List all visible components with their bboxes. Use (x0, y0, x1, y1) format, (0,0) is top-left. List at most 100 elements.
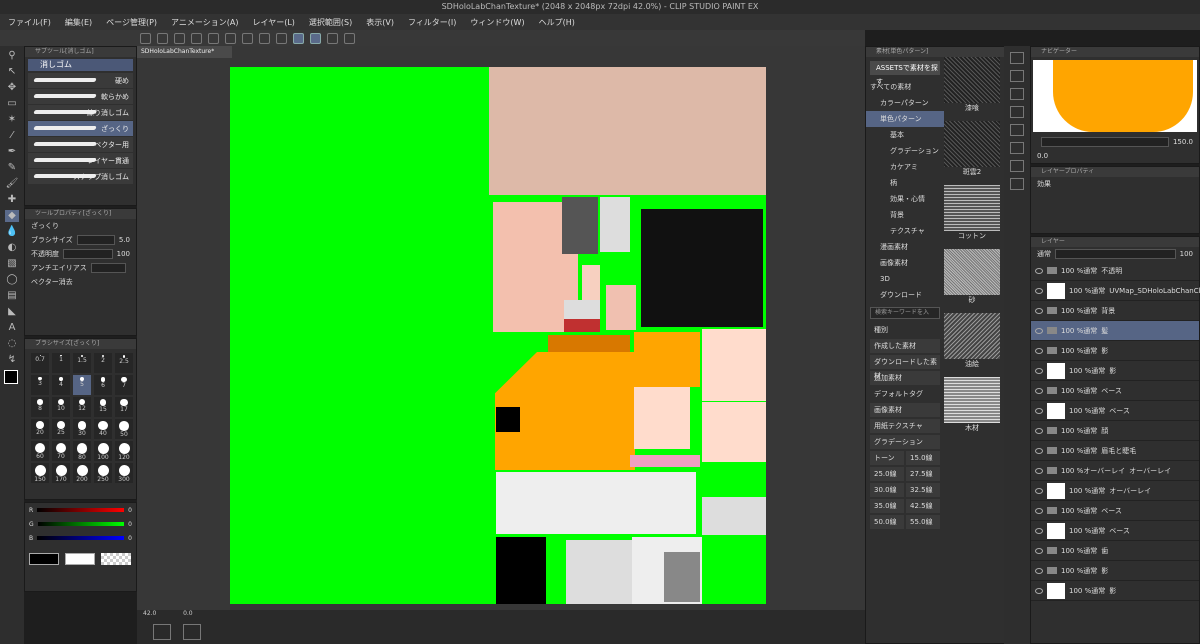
material-thumb[interactable]: 油絵 (944, 313, 1000, 371)
brush-size-cell[interactable]: 12 (73, 397, 91, 417)
pencil-tool-icon[interactable]: ✎ (5, 162, 19, 174)
layer-row[interactable]: 100 %通常影 (1031, 581, 1199, 601)
brush-size-cell[interactable]: 40 (94, 419, 112, 439)
blend-tool-icon[interactable]: 💧 (5, 226, 19, 238)
tag-paper-texture[interactable]: 用紙テクスチャ (870, 419, 940, 433)
material-thumb[interactable]: 木材 (944, 377, 1000, 435)
brush-size-cell[interactable]: 7 (115, 375, 133, 395)
main-color-box[interactable] (29, 553, 59, 565)
brush-size-cell[interactable]: 30 (73, 419, 91, 439)
menu-layer[interactable]: レイヤー(L) (252, 17, 294, 28)
operation-tool-icon[interactable]: ↖ (5, 66, 19, 78)
redo-icon[interactable] (208, 32, 219, 44)
text-tool-icon[interactable]: A (5, 322, 19, 334)
brush-size-cell[interactable]: 250 (94, 463, 112, 483)
tree-background[interactable]: 背景 (866, 207, 944, 223)
brush-size-cell[interactable]: 50 (115, 419, 133, 439)
menu-file[interactable]: ファイル(F) (8, 17, 51, 28)
tag-35[interactable]: 35.0線 (870, 499, 904, 513)
tree-image[interactable]: 画像素材 (866, 255, 944, 271)
balloon-tool-icon[interactable]: ◌ (5, 338, 19, 350)
visibility-icon[interactable] (1035, 427, 1043, 434)
tree-download[interactable]: ダウンロード (866, 287, 944, 303)
layer-row[interactable]: 100 %通常 UVMap_SDHoloLabChanCh (1031, 281, 1200, 301)
select-all-icon[interactable] (242, 32, 253, 44)
main-color-swatch[interactable] (4, 370, 18, 384)
subtool-item-soft[interactable]: 軟らかめ (28, 89, 133, 104)
clear-icon[interactable] (225, 32, 236, 44)
tree-manga[interactable]: 漫画素材 (866, 239, 944, 255)
brush-size-cell[interactable]: 25 (52, 419, 70, 439)
layer-row[interactable]: 100 %通常影 (1031, 361, 1199, 381)
navigator-angle-value[interactable]: 0.0 (1037, 152, 1048, 160)
brush-size-cell[interactable]: 70 (52, 441, 70, 461)
info-icon[interactable] (1010, 88, 1024, 100)
layer-row[interactable]: 100 %通常影 (1031, 561, 1199, 581)
item-bank-icon[interactable] (1010, 142, 1024, 154)
tree-pattern[interactable]: 柄 (866, 175, 944, 191)
menu-animation[interactable]: アニメーション(A) (171, 17, 238, 28)
texture-canvas[interactable] (230, 67, 766, 604)
tag-tone[interactable]: トーン (870, 451, 904, 465)
visibility-icon[interactable] (1035, 567, 1043, 574)
material-search-input[interactable]: 検索キーワードを入 (870, 307, 940, 319)
brush-size-cell[interactable]: 100 (94, 441, 112, 461)
transparent-color-box[interactable] (101, 553, 131, 565)
tag-32-5[interactable]: 32.5線 (906, 483, 940, 497)
magic-wand-tool-icon[interactable]: ✶ (5, 114, 19, 126)
brush-size-cell[interactable]: 5 (73, 375, 91, 395)
brush-size-cell[interactable]: 1 (52, 353, 70, 373)
ruler-tool-icon[interactable]: ◣ (5, 306, 19, 318)
history-icon[interactable] (1010, 106, 1024, 118)
tree-gradation[interactable]: グラデーション (866, 143, 944, 159)
move-tool-icon[interactable]: ✥ (5, 82, 19, 94)
fill-tool-icon[interactable]: ◐ (5, 242, 19, 254)
subtool-item-rough[interactable]: ざっくり (28, 121, 133, 136)
navigator-preview[interactable] (1033, 60, 1197, 132)
brush-size-cell[interactable]: 3 (31, 375, 49, 395)
color-b-value[interactable]: 0 (128, 535, 132, 542)
figure-tool-icon[interactable]: ◯ (5, 274, 19, 286)
layer-row[interactable]: 100 %通常歯 (1031, 541, 1199, 561)
brush-size-cell[interactable]: 20 (31, 419, 49, 439)
layer-opacity-slider[interactable] (1055, 249, 1176, 259)
color-r-value[interactable]: 0 (128, 507, 132, 514)
subtool-item-snap[interactable]: スナップ消しゴム (28, 169, 133, 184)
brush-size-cell[interactable]: 0.7 (31, 353, 49, 373)
material-thumb[interactable]: コットン (944, 185, 1000, 243)
tag-added[interactable]: 追加素材 (870, 371, 940, 385)
tag-55[interactable]: 55.0線 (906, 515, 940, 529)
tree-color-pattern[interactable]: カラーパターン (866, 95, 944, 111)
tree-mono-pattern[interactable]: 単色パターン (866, 111, 944, 127)
material-thumb[interactable]: 漆喰 (944, 57, 1000, 115)
layer-row[interactable]: 100 %通常 ベース (1031, 381, 1199, 401)
tag-42-5[interactable]: 42.5線 (906, 499, 940, 513)
sub-color-box[interactable] (65, 553, 95, 565)
layer-frame-icon[interactable] (183, 624, 201, 640)
tree-kakeami[interactable]: カケアミ (866, 159, 944, 175)
navigator-icon[interactable] (1010, 52, 1024, 64)
blend-mode-select[interactable]: 通常 (1037, 249, 1051, 259)
tag-30[interactable]: 30.0線 (870, 483, 904, 497)
brush-size-value[interactable]: 5.0 (119, 236, 130, 244)
snap-grid-icon[interactable] (327, 32, 338, 44)
layer-row[interactable]: 100 %通常 ベース (1031, 401, 1199, 421)
tag-image-material[interactable]: 画像素材 (870, 403, 940, 417)
layer-row[interactable]: 100 %通常 背景 (1031, 301, 1199, 321)
brush-size-cell[interactable]: 120 (115, 441, 133, 461)
snap-special-ruler-icon[interactable] (310, 32, 321, 44)
tree-all[interactable]: すべての素材 (866, 79, 944, 95)
brush-size-cell[interactable]: 200 (73, 463, 91, 483)
visibility-icon[interactable] (1035, 387, 1043, 394)
menu-filter[interactable]: フィルター(I) (408, 17, 456, 28)
tree-basic[interactable]: 基本 (866, 127, 944, 143)
new-file-icon[interactable] (140, 32, 151, 44)
open-icon[interactable] (157, 32, 168, 44)
menu-edit[interactable]: 編集(E) (65, 17, 92, 28)
visibility-icon[interactable] (1035, 527, 1043, 534)
visibility-icon[interactable] (1035, 267, 1043, 274)
brush-size-slider[interactable] (76, 235, 115, 245)
brush-size-cell[interactable]: 4 (52, 375, 70, 395)
layer-row[interactable]: 100 %通常 ベース (1031, 521, 1199, 541)
tree-texture[interactable]: テクスチャ (866, 223, 944, 239)
